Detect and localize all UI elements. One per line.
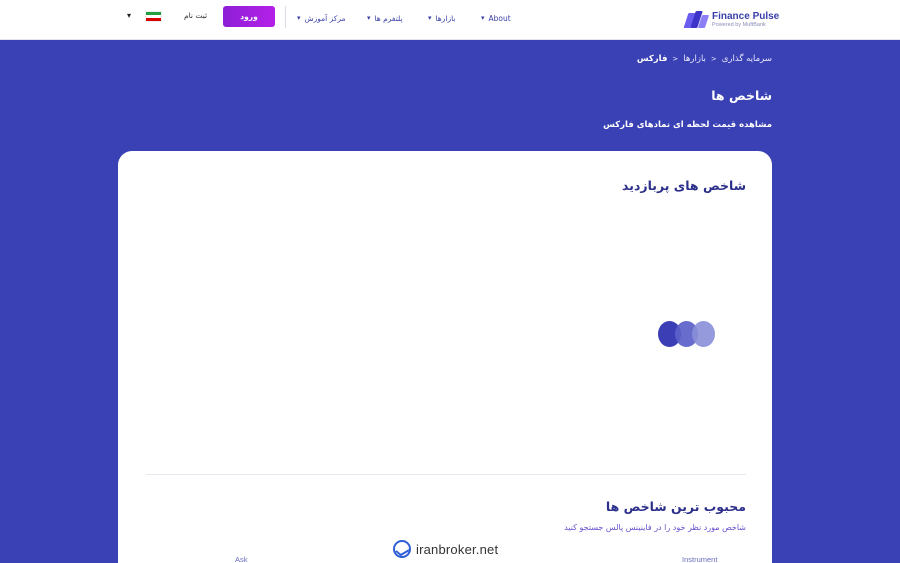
iran-flag-icon[interactable] — [145, 11, 162, 22]
favorite-indices-subtitle: شاخص مورد نظر خود را در فاینینس پالس جست… — [564, 523, 746, 532]
chevron-down-icon: ▾ — [481, 14, 485, 22]
watermark: iranbroker.net — [393, 539, 498, 559]
header-divider — [285, 6, 286, 28]
nav-markets-label: بازارها — [435, 13, 456, 23]
nav-about[interactable]: ▾ About — [481, 11, 511, 25]
breadcrumb: سرمایه گذاری < بازارها < فارکس — [637, 54, 772, 64]
top-header: Finance Pulse Powered by MuftBank ▾ Abou… — [0, 0, 900, 40]
nav-education[interactable]: ▾ مرکز آموزش — [297, 11, 346, 25]
finance-pulse-logo[interactable]: Finance Pulse Powered by MuftBank — [683, 7, 779, 33]
chevron-down-icon: ▾ — [367, 14, 371, 22]
card-divider — [146, 474, 746, 475]
chart-trend-icon — [393, 540, 411, 558]
column-header-instrument: Instrument — [682, 555, 718, 563]
language-chevron-down-icon[interactable]: ▾ — [127, 11, 131, 20]
page-title: شاخص ها — [711, 88, 772, 103]
favorite-indices-title: محبوب ترین شاخص ها — [605, 499, 746, 514]
chevron-left-icon: < — [672, 55, 679, 63]
nav-education-label: مرکز آموزش — [304, 13, 346, 23]
breadcrumb-investment[interactable]: سرمایه گذاری — [722, 54, 772, 64]
popular-indices-title: شاخص های پربازدید — [622, 178, 746, 193]
breadcrumb-forex: فارکس — [636, 54, 668, 64]
indices-card: شاخص های پربازدید محبوب ترین شاخص ها شاخ… — [118, 151, 772, 563]
logo-icon — [683, 11, 710, 29]
nav-platforms-label: پلتفرم ها — [374, 13, 403, 23]
nav-markets[interactable]: ▾ بازارها — [428, 11, 455, 25]
login-button[interactable]: ورود — [223, 6, 275, 27]
logo-subtitle: Powered by MuftBank — [712, 21, 766, 28]
nav-about-label: About — [488, 13, 511, 23]
breadcrumb-markets[interactable]: بازارها — [683, 54, 706, 64]
column-header-ask: Ask — [235, 555, 248, 563]
chevron-down-icon: ▾ — [297, 14, 301, 22]
logo-title: Finance Pulse — [712, 10, 780, 22]
loading-spinner — [658, 321, 718, 349]
watermark-text: iranbroker.net — [416, 541, 499, 557]
signup-link[interactable]: ثبت نام — [184, 11, 207, 20]
nav-platforms[interactable]: ▾ پلتفرم ها — [367, 11, 403, 25]
page-subtitle: مشاهده قیمت لحظه ای نمادهای فارکس — [603, 120, 772, 130]
chevron-left-icon: < — [710, 55, 717, 63]
chevron-down-icon: ▾ — [428, 14, 432, 22]
